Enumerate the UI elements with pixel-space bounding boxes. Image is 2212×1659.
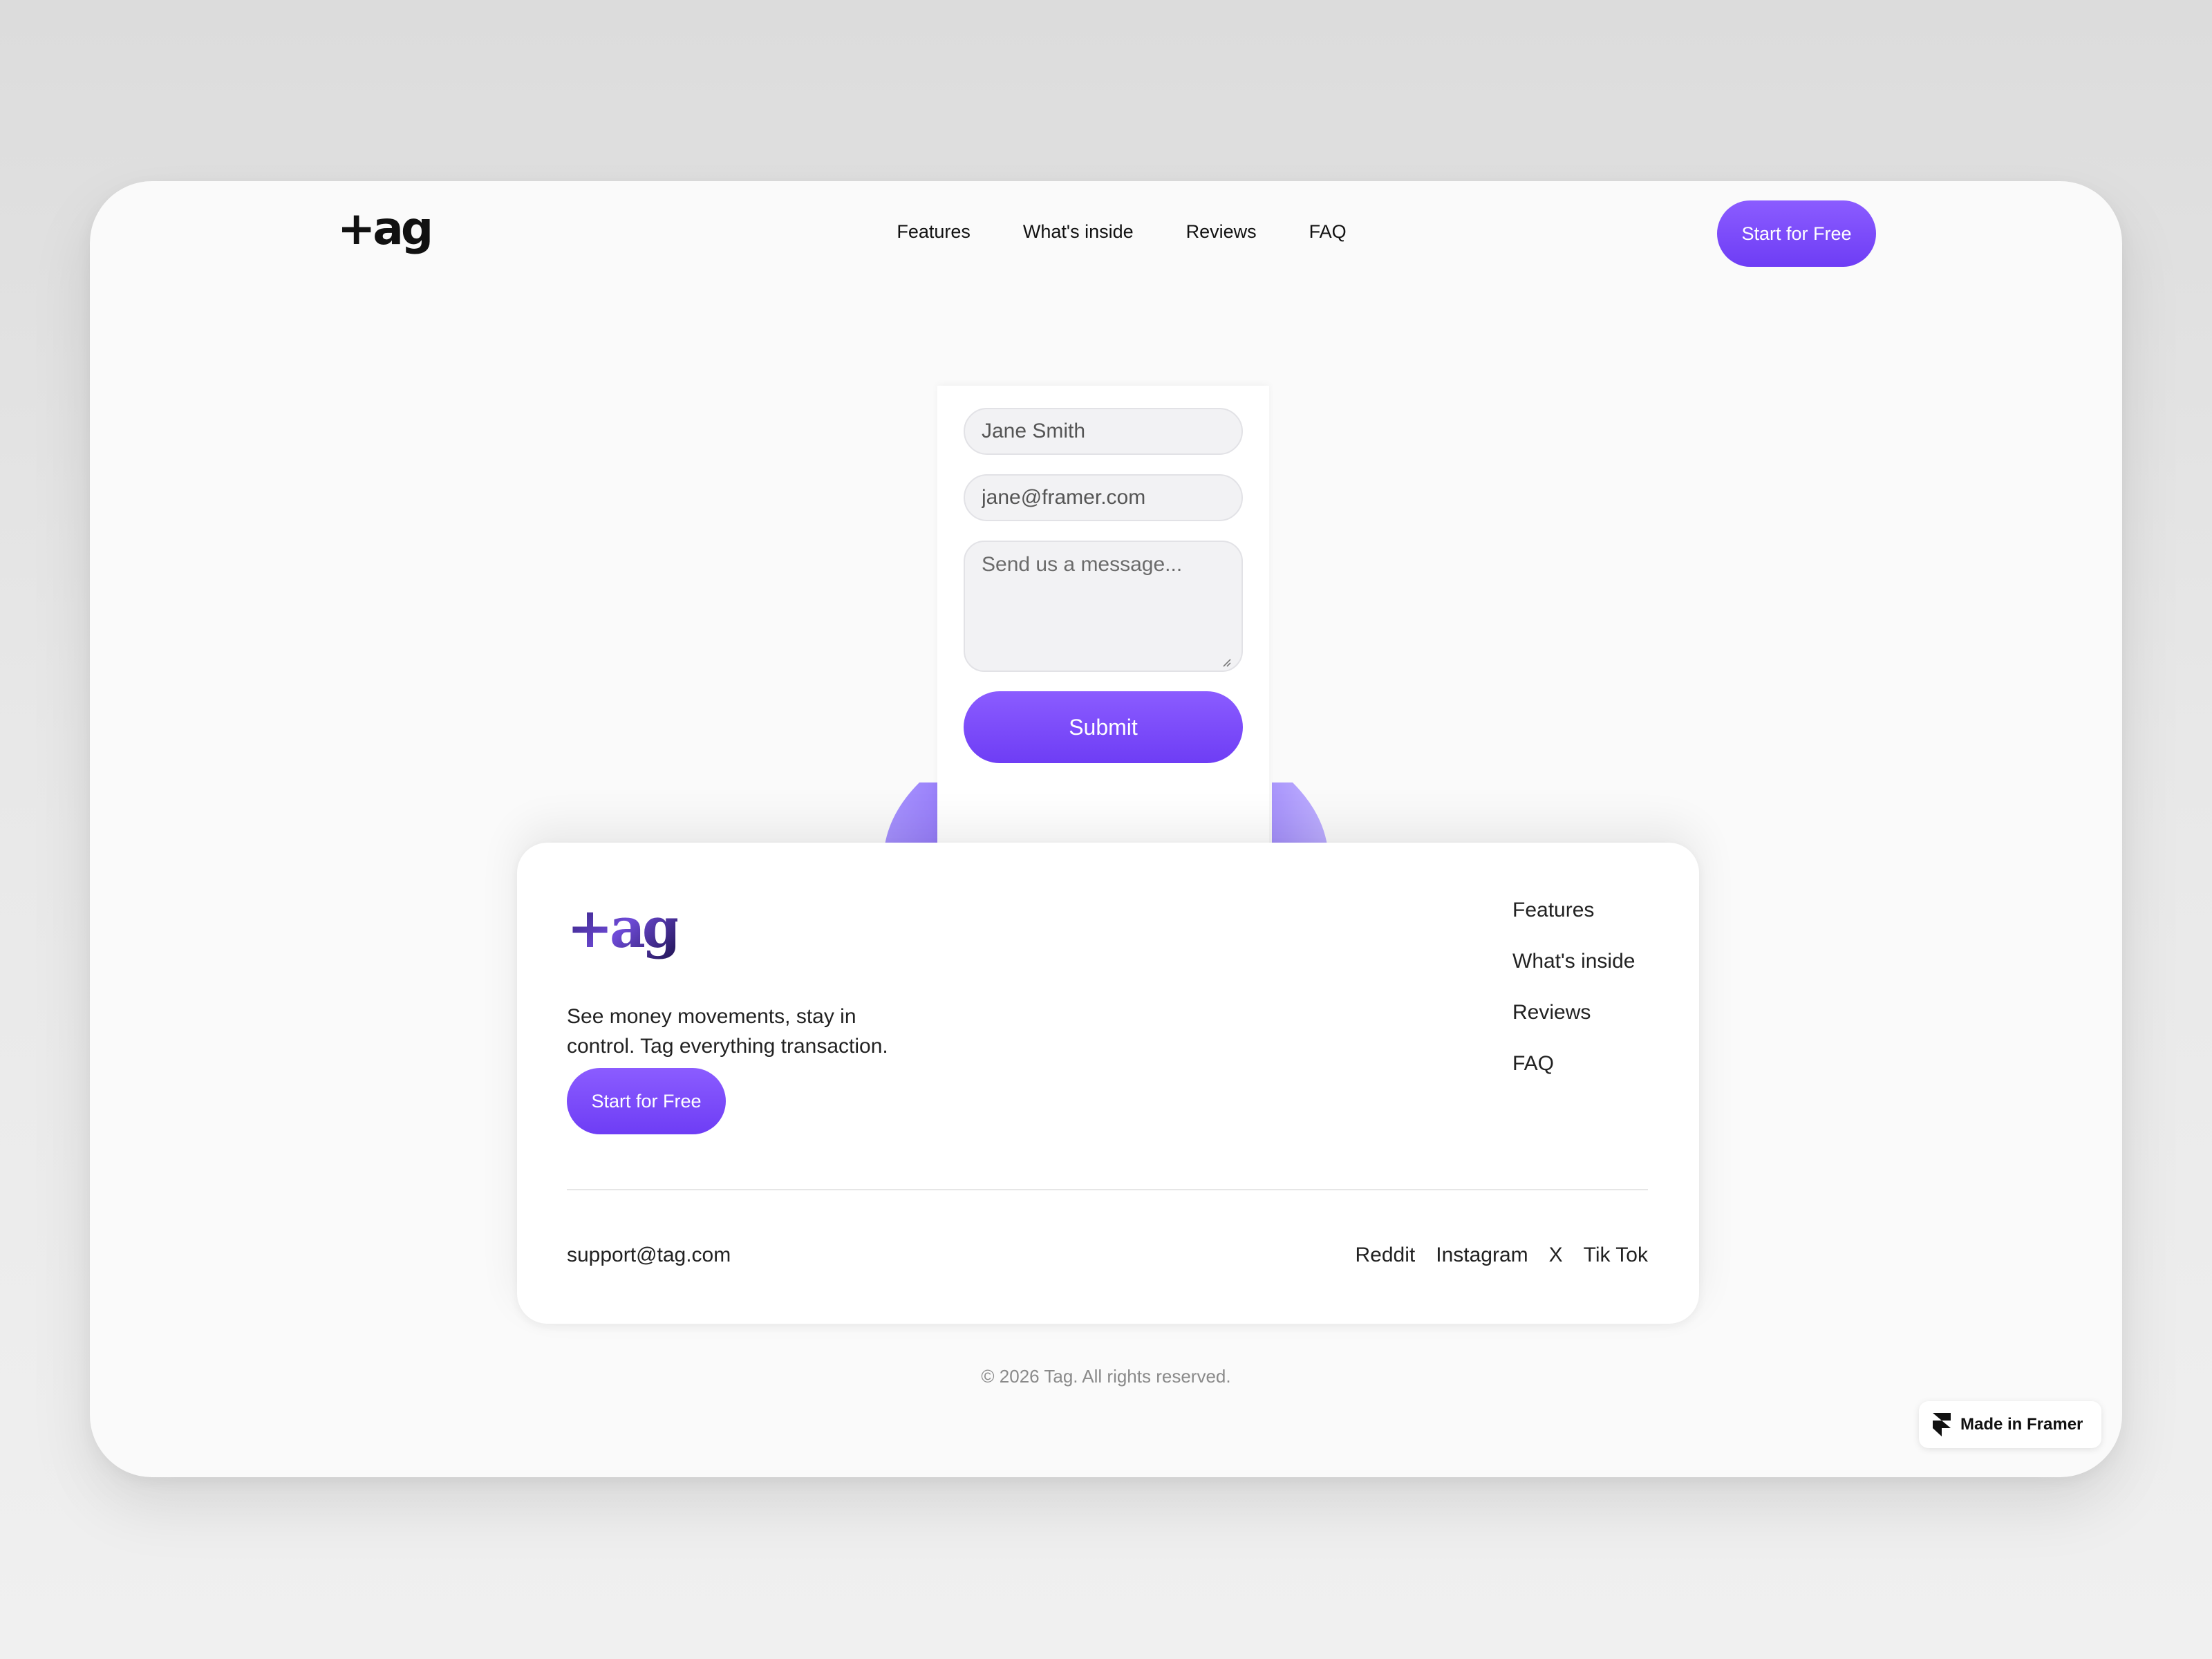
footer-start-for-free-button[interactable]: Start for Free: [567, 1068, 726, 1134]
social-links: Reddit Instagram X Tik Tok: [1356, 1244, 1648, 1267]
badge-label: Made in Framer: [1960, 1415, 2083, 1434]
social-tiktok[interactable]: Tik Tok: [1584, 1244, 1648, 1267]
social-instagram[interactable]: Instagram: [1436, 1244, 1528, 1267]
support-email[interactable]: support@tag.com: [567, 1244, 731, 1267]
footer-link-whats-inside[interactable]: What's inside: [1512, 949, 1635, 974]
nav-whats-inside[interactable]: What's inside: [1023, 221, 1134, 243]
resize-grip-icon[interactable]: [1221, 657, 1232, 668]
submit-button[interactable]: Submit: [964, 691, 1243, 763]
message-textarea[interactable]: [964, 541, 1243, 672]
footer-card: +ag See money movements, stay in control…: [517, 843, 1699, 1324]
social-reddit[interactable]: Reddit: [1356, 1244, 1416, 1267]
framer-icon: [1933, 1413, 1951, 1436]
footer-logo[interactable]: +ag: [567, 895, 681, 960]
made-in-framer-badge[interactable]: Made in Framer: [1919, 1401, 2101, 1448]
nav-reviews[interactable]: Reviews: [1186, 221, 1257, 243]
copyright-text: © 2026 Tag. All rights reserved.: [981, 1366, 1231, 1387]
footer-divider: [567, 1189, 1648, 1190]
footer-link-reviews[interactable]: Reviews: [1512, 1000, 1635, 1025]
nav-features[interactable]: Features: [897, 221, 971, 243]
email-input[interactable]: [964, 474, 1243, 521]
footer-link-faq[interactable]: FAQ: [1512, 1051, 1635, 1076]
page-frame: +ag Features What's inside Reviews FAQ S…: [90, 181, 2122, 1477]
footer-tagline: See money movements, stay in control. Ta…: [567, 1005, 888, 1058]
footer-link-features[interactable]: Features: [1512, 898, 1635, 923]
social-x[interactable]: X: [1549, 1244, 1563, 1267]
nav-faq[interactable]: FAQ: [1309, 221, 1347, 243]
start-for-free-button[interactable]: Start for Free: [1717, 200, 1876, 267]
footer-links: Features What's inside Reviews FAQ: [1512, 898, 1635, 1076]
name-input[interactable]: [964, 408, 1243, 455]
